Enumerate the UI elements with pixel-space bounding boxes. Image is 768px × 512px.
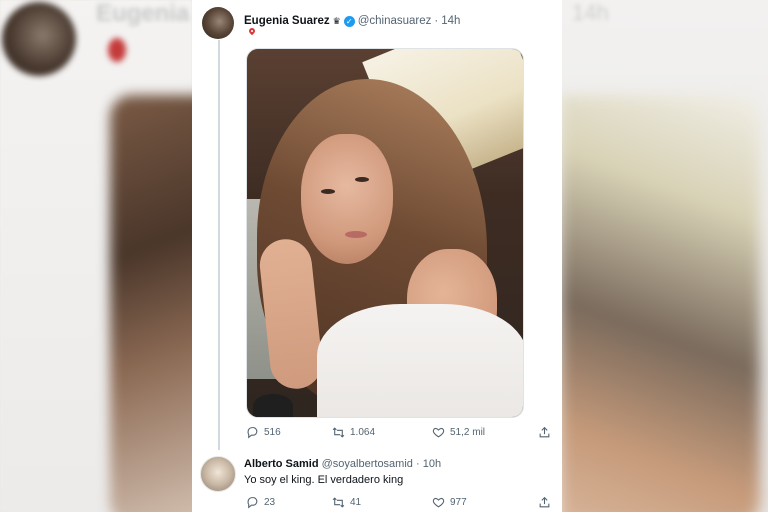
reply-text: Yo soy el king. El verdadero king — [244, 474, 404, 486]
reply-retweet-button[interactable]: 41 — [332, 496, 361, 509]
author-handle[interactable]: @chinasuarez — [358, 15, 432, 27]
photo-eye — [355, 177, 369, 182]
share-button[interactable] — [538, 426, 551, 439]
reply-count: 516 — [264, 427, 281, 438]
backdrop-right-panel: 14h — [560, 0, 768, 512]
tweet-time[interactable]: 14h — [441, 15, 460, 27]
backdrop-pin-icon — [108, 38, 126, 62]
reply-author-name[interactable]: Alberto Samid — [244, 458, 319, 470]
tweet-header: Eugenia Suarez ♛ ✓ @chinasuarez · 14h — [202, 7, 552, 39]
tweet-header-line: Eugenia Suarez ♛ ✓ @chinasuarez · 14h — [244, 15, 460, 27]
retweet-icon — [332, 427, 345, 438]
backdrop-photo-right — [560, 95, 760, 512]
heart-icon — [432, 497, 445, 508]
retweet-count: 1.064 — [350, 427, 376, 438]
retweet-icon — [332, 497, 345, 508]
like-button[interactable]: 51,2 mil — [432, 426, 485, 439]
backdrop-left-panel: Eugenia — [0, 0, 230, 512]
tweet-actions: 516 1.064 51,2 mil — [246, 426, 550, 442]
reply-actions: 23 41 977 — [246, 496, 550, 512]
reply-reply-count: 23 — [264, 497, 276, 508]
photo-microphone — [253, 394, 293, 417]
like-count: 51,2 mil — [450, 427, 486, 438]
reply-like-button[interactable]: 977 — [432, 496, 467, 509]
reply-icon — [247, 427, 258, 439]
photo-white-top — [317, 304, 523, 417]
reply-button[interactable]: 516 — [246, 426, 281, 439]
author-name[interactable]: Eugenia Suarez — [244, 15, 330, 27]
backdrop-name: Eugenia — [96, 0, 190, 27]
author-avatar[interactable] — [202, 7, 234, 39]
reply-header: Alberto Samid @soyalbertosamid · 10h — [244, 458, 441, 470]
crown-icon: ♛ — [332, 15, 341, 26]
share-icon — [539, 496, 550, 508]
reply-share-button[interactable] — [538, 496, 551, 509]
thread-connector-line — [218, 40, 220, 450]
retweet-button[interactable]: 1.064 — [332, 426, 375, 439]
separator-dot: · — [434, 15, 439, 27]
tweet-photo[interactable] — [246, 48, 524, 418]
verified-badge-icon: ✓ — [343, 15, 355, 27]
reply-icon — [247, 497, 258, 509]
photo-face — [301, 134, 393, 264]
photo-eye — [321, 189, 335, 194]
heart-icon — [432, 427, 445, 438]
reply-retweet-count: 41 — [350, 497, 362, 508]
reply-author-avatar[interactable] — [200, 456, 236, 492]
share-icon — [539, 426, 550, 438]
backdrop-avatar — [2, 2, 76, 76]
reply-author-handle[interactable]: @soyalbertosamid — [322, 458, 413, 470]
reply-reply-button[interactable]: 23 — [246, 496, 275, 509]
tweet-card: Eugenia Suarez ♛ ✓ @chinasuarez · 14h 51… — [192, 0, 562, 512]
separator-dot: · — [415, 458, 420, 470]
photo-lips — [345, 231, 367, 238]
reply-like-count: 977 — [450, 497, 467, 508]
backdrop-time: 14h — [572, 0, 609, 25]
reply-time[interactable]: 10h — [423, 458, 441, 470]
